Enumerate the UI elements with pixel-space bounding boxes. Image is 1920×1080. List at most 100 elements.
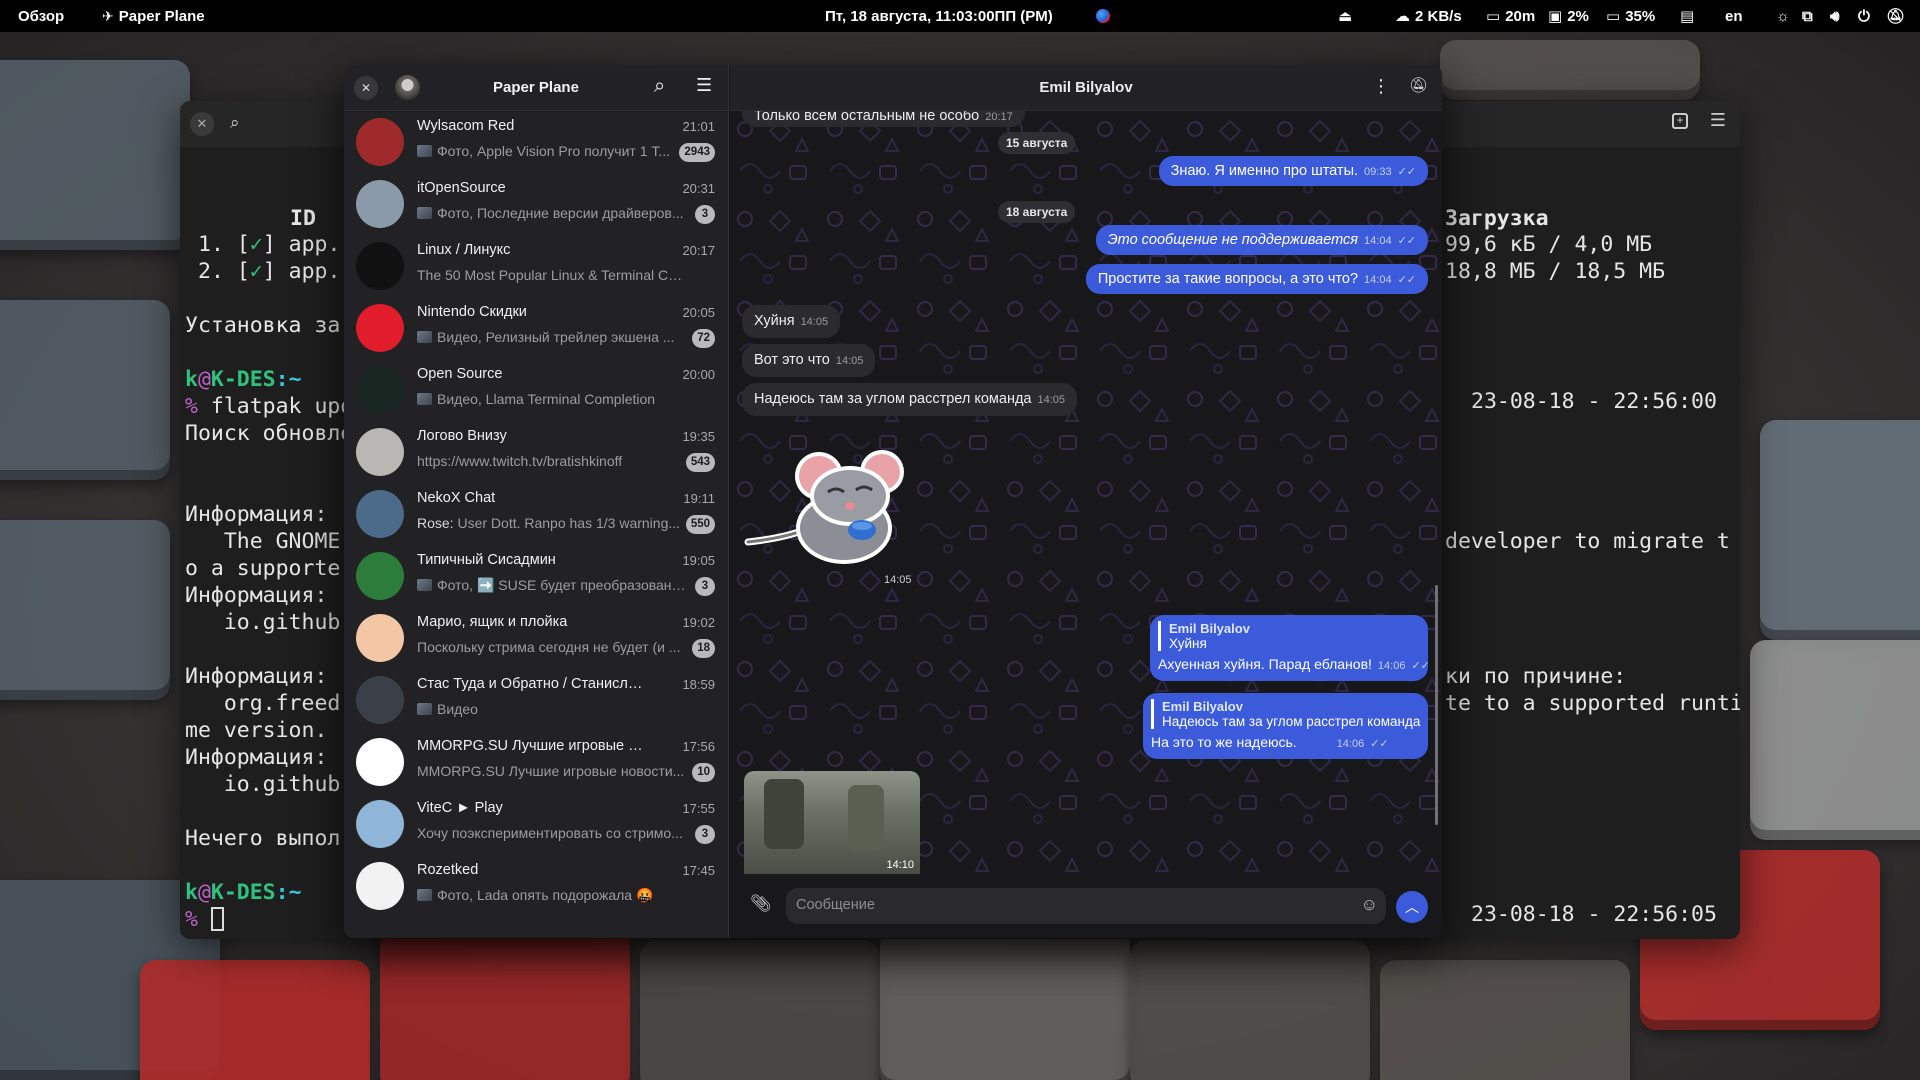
bell-off-icon: 🔕︎ — [1408, 77, 1428, 94]
chat-time: 19:35 — [682, 429, 715, 444]
network-icon[interactable]: ⧉ — [1802, 0, 1813, 32]
chat-name: Стас Туда и Обратно / Станислав Крап... — [417, 676, 647, 692]
power-icon[interactable]: ⏻ — [1858, 0, 1870, 32]
message-outgoing[interactable]: Простите за такие вопросы, а это что? 14:… — [1085, 264, 1428, 294]
attach-button[interactable]: 📎︎ — [750, 894, 772, 914]
terminal-line: ки по причине: — [1445, 664, 1627, 689]
chat-time: 19:05 — [682, 553, 715, 568]
message-preview-text: Фото, Lada опять подорожала 🤬 — [437, 887, 654, 903]
chat-last-message: MMORPG.SU Лучшие игровые новости... — [417, 763, 687, 779]
unread-badge: 3 — [695, 205, 715, 224]
chat-list-item[interactable]: Linux / Линукс 20:17 The 50 Most Popular L… — [344, 235, 729, 297]
message-preview-text: https://www.twitch.tv/bratishkinoff — [417, 453, 623, 469]
media-thumbnail-icon — [417, 393, 432, 405]
monitor-icon: ▭ — [1486, 8, 1501, 25]
message-outgoing[interactable]: Знаю. Я именно про штаты. 09:33 ✓✓ — [1158, 156, 1428, 186]
add-icon: + — [1676, 113, 1684, 127]
message-incoming[interactable]: Надеюсь там за углом расстрел команда 14:… — [742, 383, 1078, 416]
chat-list-item[interactable]: NekoX Chat 19:11 Rose: User Dott. Ranpo ha… — [344, 483, 729, 545]
chat-list-item[interactable]: Nintendo Скидки 20:05 Видео, Релизный трей… — [344, 297, 729, 359]
chat-list-item[interactable]: Типичный Сисадмин 19:05 Фото, ➡️ SUSE буде… — [344, 545, 729, 607]
message-history[interactable]: Только всем остальным не особо 20:17 15 а… — [730, 111, 1442, 874]
media-thumbnail-icon — [417, 145, 432, 157]
notifications-off-icon[interactable]: 🔕︎ — [1886, 0, 1905, 32]
search-button[interactable]: ⌕ — [654, 75, 665, 98]
conversation-title[interactable]: Emil Bilyalov — [730, 79, 1442, 96]
chat-time: 19:02 — [682, 615, 715, 630]
language-indicator[interactable]: en — [1725, 0, 1743, 32]
media-thumbnail-icon — [417, 579, 432, 591]
reply-message-outgoing[interactable]: Emil Bilyalov Надеюсь там за углом расст… — [1143, 693, 1428, 759]
terminal-line: % flatpak upd — [185, 394, 354, 419]
mute-toggle-button[interactable]: 🔕︎ — [1409, 76, 1428, 94]
chat-time: 20:31 — [682, 181, 715, 196]
mouse-sticker — [744, 450, 904, 564]
terminal-line: ID — [290, 206, 316, 231]
message-incoming[interactable]: Только всем остальным не особо 20:17 — [742, 111, 1025, 127]
main-menu-button[interactable]: ☰ — [696, 75, 712, 96]
overview-button[interactable]: Обзор — [18, 0, 64, 32]
chat-list-item[interactable]: Open Source 20:00 Видео, Llama Terminal Co… — [344, 359, 729, 421]
chat-list-item[interactable]: Wylsacom Red 21:01 Фото, Apple Vision Pro … — [344, 111, 729, 173]
search-icon: ⌕ — [230, 113, 240, 132]
message-preview-text: Фото, Apple Vision Pro получит 1 Т... — [437, 143, 671, 159]
date-separator: 15 августа — [998, 132, 1076, 154]
emoji-button[interactable]: ☺ — [1361, 895, 1378, 915]
send-button[interactable]: ︿ — [1396, 891, 1428, 923]
reply-author: Emil Bilyalov — [1169, 621, 1250, 636]
top-bar: Обзор ✈ Paper Plane Пт, 18 августа, 11:0… — [0, 0, 1920, 32]
chat-list-item[interactable]: Логово Внизу 19:35 https://www.twitch.tv/b… — [344, 421, 729, 483]
eject-icon[interactable]: ⏏ — [1338, 0, 1352, 32]
clock[interactable]: Пт, 18 августа, 11:03:00ПП (PM) — [825, 0, 1053, 32]
net-speed-indicator[interactable]: ☁ 2 KB/s — [1395, 0, 1462, 32]
battery-indicator[interactable]: ▭ 35% — [1606, 0, 1655, 32]
active-app-indicator[interactable]: ✈ Paper Plane — [102, 0, 205, 32]
chat-name: Логово Внизу — [417, 428, 507, 444]
terminal-line: Загрузка — [1445, 206, 1549, 231]
message-incoming[interactable]: Хуйня 14:05 — [742, 305, 841, 338]
reply-message-outgoing[interactable]: Emil Bilyalov Хуйня Ахуенная хуйня. Пара… — [1150, 615, 1430, 681]
reply-quote[interactable]: Emil Bilyalov Хуйня — [1158, 621, 1418, 651]
message-text: На это то же надеюсь. 14:06 ✓✓ — [1151, 734, 1389, 750]
search-button[interactable]: ⌕ — [230, 113, 240, 133]
terminal-line: % — [185, 906, 224, 933]
telegram-tray-icon[interactable] — [1096, 0, 1110, 32]
terminal-line: Информация: — [185, 502, 341, 527]
reply-quote[interactable]: Emil Bilyalov Надеюсь там за углом расст… — [1151, 699, 1420, 729]
chat-last-message: Поскольку стрима сегодня не будет (и ... — [417, 639, 687, 655]
new-tab-button[interactable]: + — [1672, 113, 1688, 129]
message-incoming[interactable]: Вот это что 14:05 — [742, 344, 876, 377]
uptime-indicator[interactable]: ▭ 20m — [1486, 0, 1535, 32]
volume-icon[interactable]: 🔊︎ — [1830, 0, 1839, 32]
chat-time: 17:45 — [682, 863, 715, 878]
terminal-line: io.github — [185, 772, 341, 797]
disk-indicator[interactable]: ▣ 2% — [1548, 0, 1589, 32]
chat-list-item[interactable]: itOpenSource 20:31 Фото, Последние версии … — [344, 173, 729, 235]
chat-last-message: Видео, Llama Terminal Completion — [417, 391, 687, 407]
cloud-download-icon: ☁ — [1395, 8, 1410, 25]
chat-name: MMORPG.SU Лучшие игровые новости — [417, 738, 647, 754]
avatar — [356, 366, 404, 414]
chevron-up-icon: ︿ — [1405, 899, 1419, 915]
sticker-message[interactable]: 14:05 — [744, 446, 912, 591]
video-message[interactable]: 14:10 — [744, 771, 920, 874]
chat-list-sidebar: ✕ Paper Plane ⌕ ☰ Wylsacom Red 21:01 Фото,… — [344, 65, 729, 938]
chat-list-item[interactable]: Rozetked 17:45 Фото, Lada опять подорожала… — [344, 855, 729, 917]
close-button[interactable]: ✕ — [190, 112, 214, 136]
chat-time: 18:59 — [682, 677, 715, 692]
avatar — [356, 800, 404, 848]
brightness-icon[interactable]: ☼ — [1776, 0, 1790, 32]
more-options-button[interactable]: ⋮ — [1372, 76, 1390, 97]
scrollbar[interactable] — [1435, 585, 1438, 825]
clipboard-icon[interactable]: ▤ — [1680, 0, 1694, 32]
message-input[interactable]: Сообщение ☺ — [786, 888, 1386, 924]
message-outgoing[interactable]: Это сообщение не поддерживается 14:04 ✓✓ — [1095, 225, 1428, 255]
chat-last-message: Хочу поэкспериментировать со стримо... — [417, 825, 687, 841]
avatar — [356, 118, 404, 166]
message-preview-text: Фото, Последние версии драйверов... — [437, 205, 684, 221]
menu-button[interactable]: ☰ — [1710, 110, 1726, 131]
chat-list-item[interactable]: ViteC ► Play 17:55 Хочу поэкспериментирова… — [344, 793, 729, 855]
chat-list-item[interactable]: Стас Туда и Обратно / Станислав Крап... 1… — [344, 669, 729, 731]
chat-list-item[interactable]: MMORPG.SU Лучшие игровые новости 17:56 MMO… — [344, 731, 729, 793]
chat-list-item[interactable]: Марио, ящик и плойка 19:02 Поскольку стрим… — [344, 607, 729, 669]
